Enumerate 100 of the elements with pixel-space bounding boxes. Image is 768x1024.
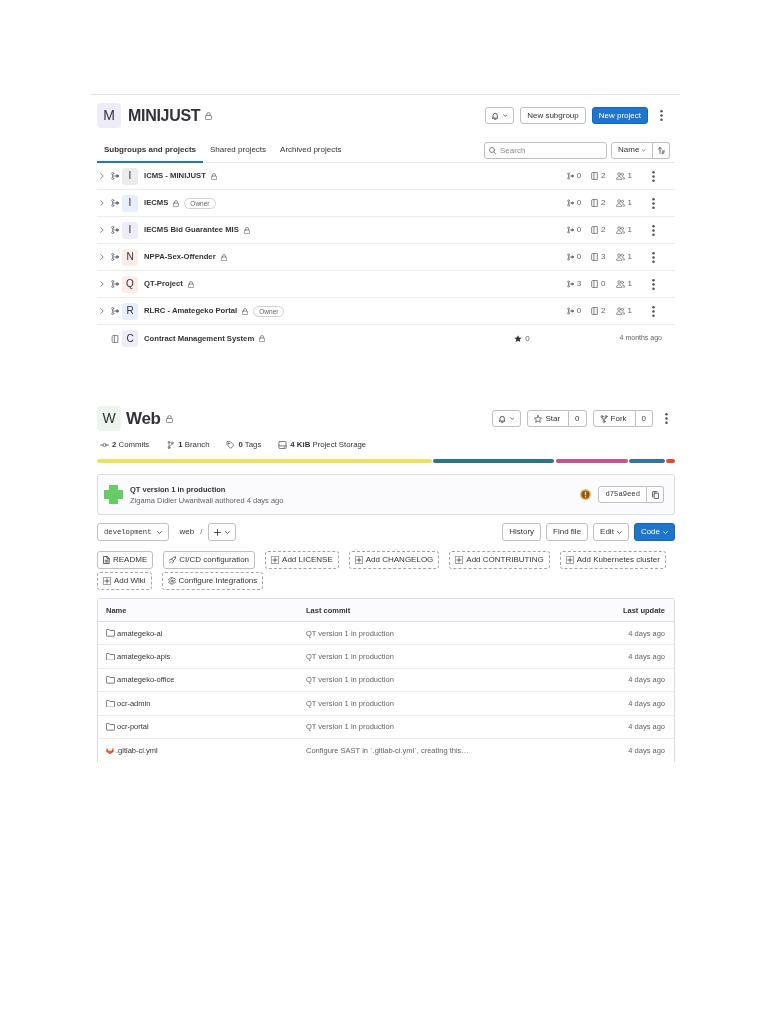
fork-button[interactable]: Fork [592,410,636,427]
star-count: 0 [525,333,530,344]
more-actions-button[interactable] [665,413,668,424]
chevron-right-icon[interactable] [100,254,104,260]
more-actions-button[interactable] [660,110,663,121]
primary-button[interactable]: New project [591,107,648,124]
shortcut-button[interactable]: CI/CD configuration [163,551,256,569]
kebab-icon [652,251,655,263]
caret-icon [502,114,508,117]
project-count: 2 [601,225,606,235]
project-count: 2 [601,306,606,316]
sort-direction-button[interactable] [653,141,670,159]
more-actions-button[interactable] [652,251,655,263]
fox-icon [106,746,114,755]
search-field[interactable]: Search [484,141,607,159]
shortcut-button[interactable]: Add Wiki [97,572,152,590]
search-icon [489,146,496,154]
project-title: Web [126,410,161,427]
subgroup-icon [111,253,119,261]
dropdown-button[interactable]: Code [633,523,675,541]
caret-icon [616,530,622,534]
storage-icon [278,441,288,449]
shortcut-button[interactable]: Add CONTRIBUTING [449,551,550,569]
more-actions-button[interactable] [652,224,655,236]
bell-icon [492,111,499,120]
tab[interactable]: Archived projects [273,138,349,163]
project-count: 2 [601,198,606,208]
kebab-icon [660,110,663,121]
star-button[interactable]: Star [527,410,570,427]
folder-icon [106,723,115,731]
project-icon [591,199,599,207]
tab[interactable]: Shared projects [203,138,274,163]
avatar: R [122,302,138,320]
tag-icon [226,441,236,449]
bell-icon [499,414,506,423]
folder-icon [106,629,115,637]
shortcut-button[interactable]: README [97,551,154,569]
caret-icon [509,417,515,420]
more-actions-button[interactable] [652,170,655,182]
member-count: 1 [627,198,632,208]
folder-icon [106,699,115,708]
kebab-icon [665,413,668,424]
avatar: I [122,167,138,185]
chevron-right-icon[interactable] [100,173,104,179]
commit-icon [100,441,109,449]
project-icon [111,334,119,343]
caret-icon [225,530,231,534]
tab[interactable]: Subgroups and projects [97,138,203,163]
chevron-right-icon[interactable] [100,227,104,233]
subgroup-count: 0 [576,171,582,181]
caret-icon [663,530,668,534]
sort-icon [657,146,665,154]
chevron-right-icon[interactable] [100,281,104,287]
breadcrumb-separator: / [200,527,203,537]
caret-icon [642,148,646,152]
dropdown-button[interactable]: Edit [593,523,629,541]
users-icon [615,307,625,315]
notification-dropdown[interactable] [492,410,522,427]
chevron-right-icon[interactable] [100,308,104,314]
secondary-button[interactable]: New subgroup [520,107,586,124]
users-icon [615,253,625,261]
star-icon [534,414,543,423]
copy-button[interactable] [647,486,664,503]
users-icon [615,280,625,288]
toolbar-button[interactable]: Find file [546,523,589,541]
more-actions-button[interactable] [652,197,655,209]
shortcut-button[interactable]: Configure Integrations [161,572,264,590]
more-actions-button[interactable] [652,305,655,317]
chevron-right-icon[interactable] [100,200,104,206]
notification-dropdown[interactable] [485,107,515,124]
plus-square-icon [354,556,363,564]
avatar: Q [122,275,138,293]
shortcut-button[interactable]: Add LICENSE [265,551,339,569]
sort-dropdown[interactable]: Name [611,141,653,159]
project-icon [591,226,599,234]
project-count: 2 [601,171,606,181]
breadcrumb-link[interactable]: web [179,527,195,537]
document-icon [103,556,110,564]
more-actions-button[interactable] [652,278,655,290]
plus-square-icon [271,556,280,564]
warning-icon[interactable] [580,489,592,500]
toolbar-button[interactable]: History [502,523,542,541]
subgroup-icon [111,307,119,315]
add-dropdown[interactable] [208,523,237,541]
member-count: 1 [627,252,632,262]
avatar: N [122,248,138,266]
subgroup-count: 3 [576,279,582,289]
count-button[interactable]: 0 [635,410,653,427]
project-count: 0 [601,279,606,289]
subgroup-icon [111,226,119,234]
count-button[interactable]: 0 [569,410,587,427]
subgroup-icon [111,199,119,207]
subgroup-count: 0 [576,306,582,316]
member-count: 1 [627,225,632,235]
subgroup-icon [566,172,574,180]
subgroup-count: 0 [576,198,582,208]
caret-icon [157,530,163,534]
shortcut-button[interactable]: Add CHANGELOG [348,551,440,569]
shortcut-button[interactable]: Add Kubernetes cluster [559,551,666,569]
kebab-icon [652,197,655,209]
